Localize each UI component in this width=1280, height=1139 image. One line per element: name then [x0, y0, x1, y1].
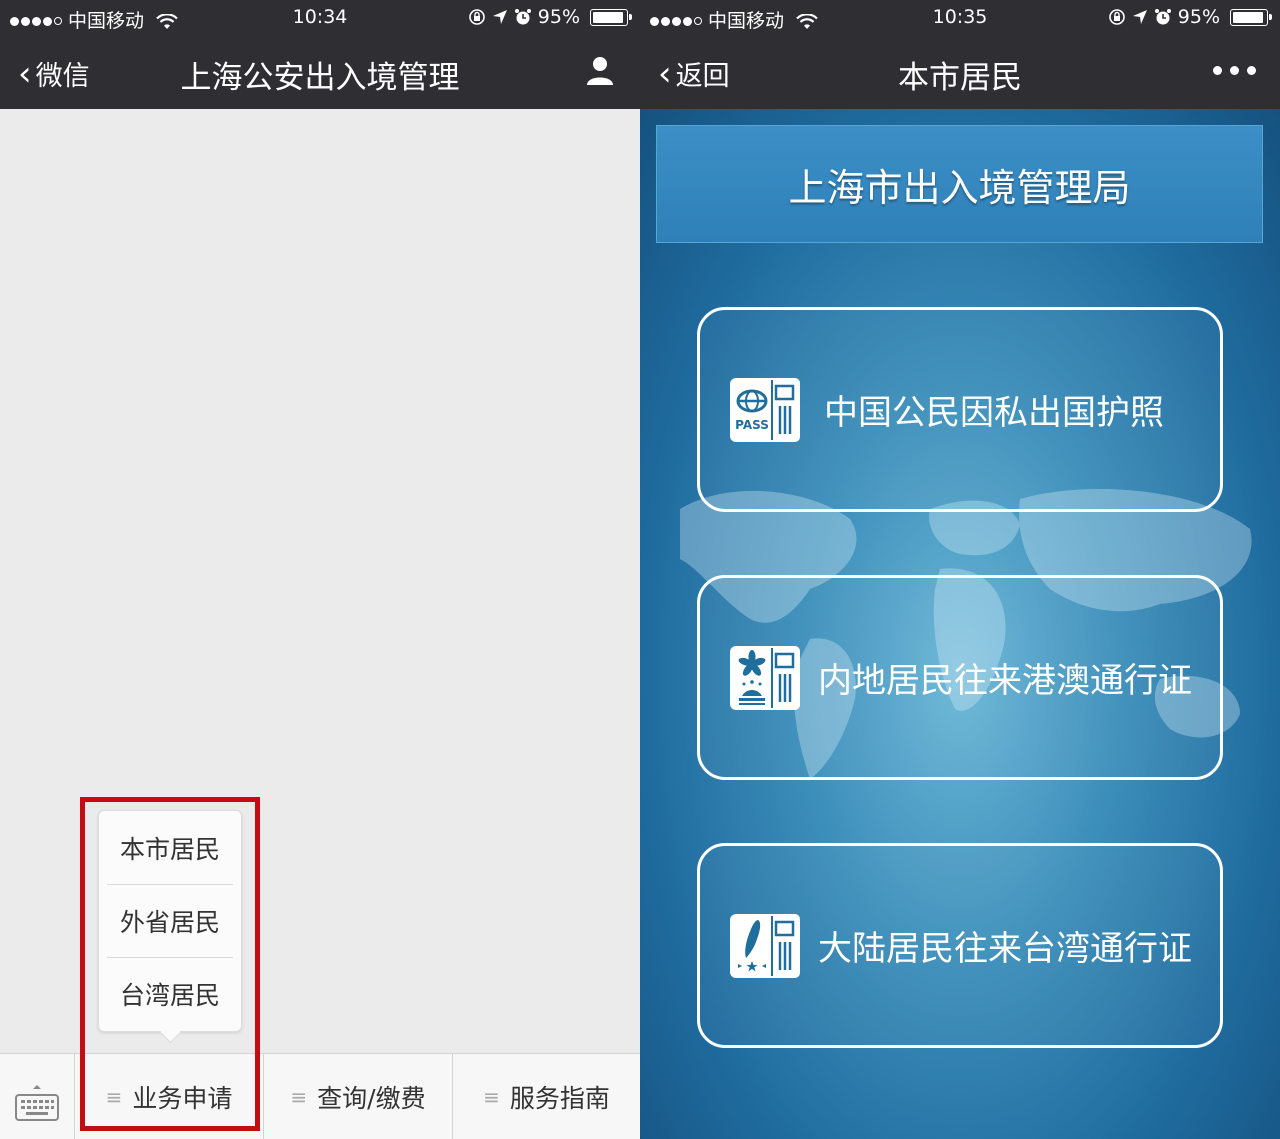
right-screen: 中国移动 10:35 95% ‹ 返回 本市居民 上海市出入境管理局 PASS …	[640, 0, 1280, 1139]
status-right: 95%	[468, 6, 632, 28]
submenu-popup: 本市居民 外省居民 台湾居民	[98, 810, 242, 1032]
battery-fill	[1233, 11, 1264, 23]
menu-tab-business[interactable]: ≡ 业务申请	[75, 1054, 264, 1139]
card-label: 内地居民往来港澳通行证	[818, 661, 1192, 701]
battery-percent: 95%	[1177, 6, 1220, 28]
alarm-icon	[514, 9, 531, 25]
rotation-lock-icon	[1108, 9, 1125, 25]
passport-icon: PASS	[730, 377, 800, 442]
menu-tab-guide[interactable]: ≡ 服务指南	[453, 1054, 640, 1139]
battery-icon	[1230, 8, 1272, 26]
more-button[interactable]	[1213, 66, 1256, 75]
status-bar: 中国移动 10:35 95%	[640, 0, 1280, 36]
card-label: 中国公民因私出国护照	[824, 393, 1164, 433]
keyboard-icon	[15, 1084, 59, 1121]
page-title: 上海公安出入境管理	[180, 60, 460, 96]
taiwan-pass-icon	[730, 913, 800, 978]
menu-bar: ≡ 业务申请 ≡ 查询/缴费 ≡ 服务指南	[0, 1053, 640, 1139]
hk-macau-pass-icon	[730, 645, 800, 710]
nav-bar: ‹ 返回 本市居民	[640, 36, 1280, 109]
person-icon	[587, 57, 613, 85]
keyboard-toggle-button[interactable]	[0, 1054, 75, 1139]
battery-percent: 95%	[537, 6, 580, 28]
menu-lines-icon: ≡	[290, 1084, 308, 1109]
menu-lines-icon: ≡	[483, 1084, 500, 1109]
rotation-lock-icon	[468, 9, 485, 25]
card-passport[interactable]: PASS 中国公民因私出国护照	[697, 307, 1223, 512]
submenu-item-label: 台湾居民	[119, 980, 220, 1010]
menu-tab-label: 查询/缴费	[317, 1083, 426, 1113]
card-label: 大陆居民往来台湾通行证	[818, 929, 1192, 969]
page-title: 本市居民	[898, 60, 1022, 96]
left-screen: 中国移动 10:34 95% ‹ 微信 上海公安出入境管理 本市居民 外省居民 …	[0, 0, 640, 1139]
menu-tab-query[interactable]: ≡ 查询/缴费	[264, 1054, 453, 1139]
battery-icon	[590, 8, 632, 26]
submenu-item-label: 外省居民	[119, 907, 220, 937]
battery-fill	[593, 11, 624, 23]
location-icon	[492, 10, 507, 24]
status-bar: 中国移动 10:34 95%	[0, 0, 640, 36]
more-dots-icon	[1213, 66, 1256, 75]
nav-bar: ‹ 微信 上海公安出入境管理	[0, 36, 640, 109]
passport-icon-text: PASS	[735, 418, 769, 432]
content-area: 上海市出入境管理局 PASS 中国公民因私出国护照 内地居民往来港澳通行证 大陆…	[640, 109, 1280, 1139]
submenu-item-other-province[interactable]: 外省居民	[99, 884, 241, 957]
status-right: 95%	[1108, 6, 1272, 28]
card-hk-macau-pass[interactable]: 内地居民往来港澳通行证	[697, 575, 1223, 780]
menu-tab-label: 服务指南	[509, 1083, 610, 1113]
alarm-icon	[1154, 9, 1171, 25]
card-taiwan-pass[interactable]: 大陆居民往来台湾通行证	[697, 843, 1223, 1048]
profile-button[interactable]	[584, 54, 616, 90]
submenu-item-local-residents[interactable]: 本市居民	[99, 811, 241, 884]
location-icon	[1132, 10, 1147, 24]
submenu-item-label: 本市居民	[119, 834, 220, 864]
menu-tab-label: 业务申请	[132, 1083, 233, 1113]
menu-lines-icon: ≡	[105, 1084, 123, 1109]
bureau-banner: 上海市出入境管理局	[656, 125, 1263, 243]
submenu-item-taiwan[interactable]: 台湾居民	[99, 957, 241, 1030]
